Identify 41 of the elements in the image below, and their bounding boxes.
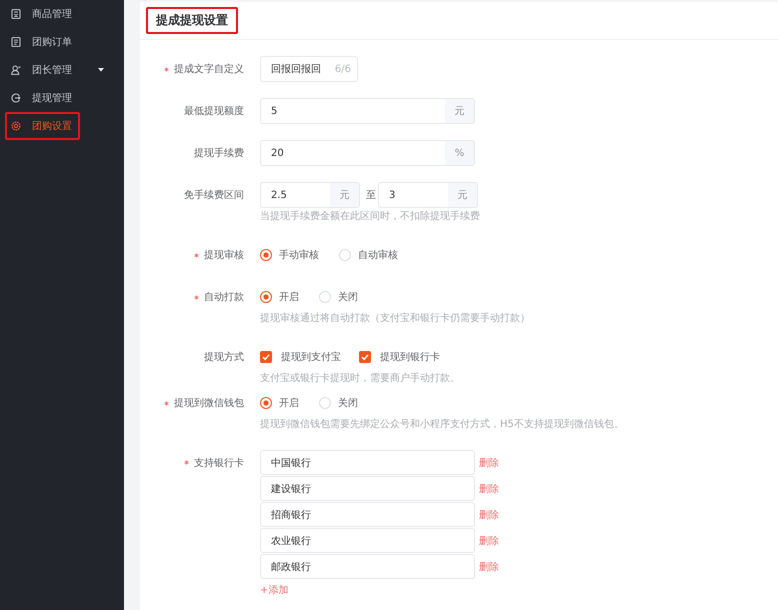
field-label: 最低提现额度 (184, 104, 244, 118)
field-label: 提现到微信钱包 (174, 397, 244, 410)
hint-text: 提现到微信钱包需要先绑定公众号和小程序支付方式，H5不支持提现到微信钱包。 (260, 418, 624, 432)
sidebar-item[interactable]: 商品管理 (5, 0, 80, 28)
range-separator: 至 (366, 189, 376, 202)
sidebar-item[interactable]: 团购订单 (5, 28, 80, 56)
hint-text: 当提现手续费金额在此区间时，不扣除提现手续费 (260, 210, 480, 224)
checkbox-option[interactable]: 提现到支付宝 (260, 350, 341, 364)
input-field[interactable]: 农业银行 (260, 528, 475, 553)
sidebar-item[interactable]: 提现管理 (5, 84, 80, 112)
caret-icon (98, 68, 104, 72)
radio-option[interactable]: 自动审核 (339, 248, 398, 262)
field-label: 提成文字自定义 (174, 62, 244, 76)
document-icon (11, 37, 21, 47)
input-field[interactable]: 回报回报回 6/6 (260, 56, 358, 82)
page-title: 提成提现设置 (146, 7, 238, 34)
input-field[interactable]: 中国银行 (260, 450, 475, 475)
checkbox-option[interactable]: 提现到银行卡 (359, 350, 440, 364)
hint-text: 支付宝或银行卡提现时，需要商户手动打款。 (260, 372, 460, 386)
circle-arrow-icon (11, 93, 21, 103)
radio-option[interactable]: 开启 (260, 396, 299, 410)
sidebar-item[interactable]: 团长管理 (5, 56, 112, 84)
document-icon (11, 9, 21, 19)
char-counter: 6/6 (334, 64, 351, 74)
field-label: 提现手续费 (194, 146, 244, 160)
field-label: 支持银行卡 (194, 456, 244, 470)
field-label: 提现方式 (204, 350, 244, 364)
hint-text: 提现审核通过将自动打款（支付宝和银行卡仍需要手动打款） (260, 312, 530, 326)
radio-option[interactable]: 手动审核 (260, 248, 319, 262)
input-field[interactable]: 招商银行 (260, 502, 475, 527)
input-field[interactable]: 邮政银行 (260, 554, 475, 579)
settings-icon (11, 121, 21, 131)
radio-option[interactable]: 关闭 (319, 290, 358, 304)
user-icon (11, 65, 21, 75)
sidebar-item[interactable]: 团购设置 (5, 112, 80, 140)
radio-option[interactable]: 关闭 (319, 396, 358, 410)
input-field[interactable]: 建设银行 (260, 476, 475, 501)
field-label: 提现审核 (204, 248, 244, 262)
field-label: 免手续费区间 (184, 188, 244, 202)
field-label: 自动打款 (204, 290, 244, 304)
radio-option[interactable]: 开启 (260, 290, 299, 304)
